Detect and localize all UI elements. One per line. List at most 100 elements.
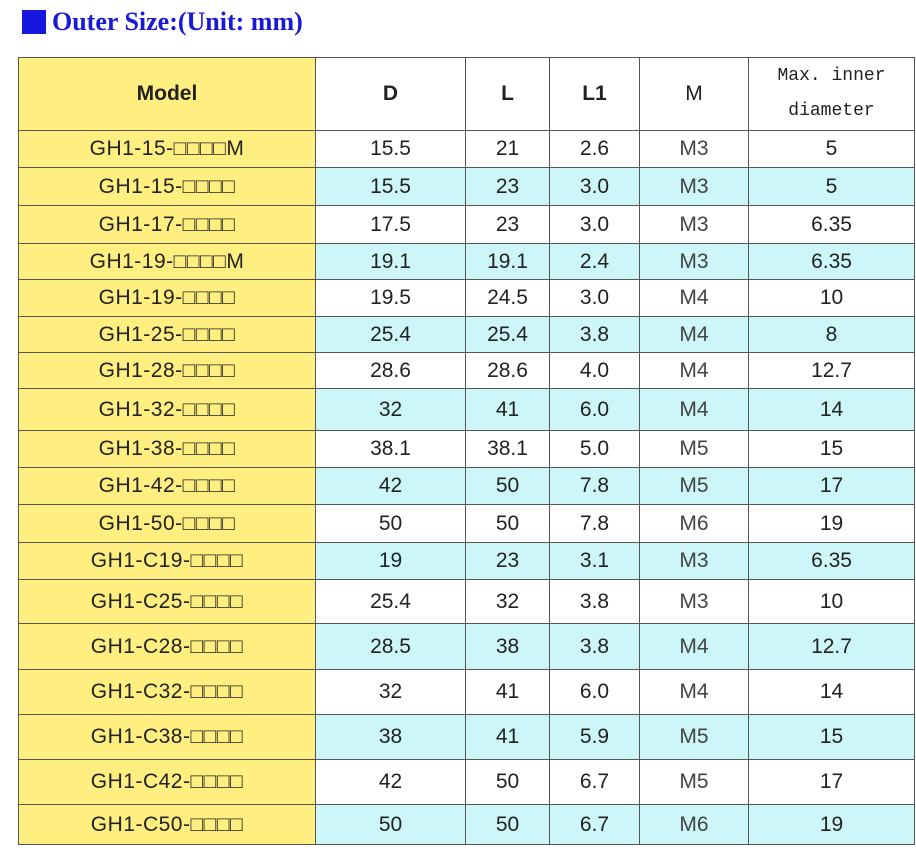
model-cell: GH1-19-□□□□: [18, 279, 316, 317]
l1-cell: 3.0: [549, 205, 640, 244]
table-row: GH1-38-□□□□ 38.1 38.1 5.0 M5 15: [18, 430, 915, 468]
l-cell: 50: [465, 759, 550, 805]
l-cell: 50: [465, 467, 550, 505]
l-cell: 23: [465, 542, 550, 580]
m-cell: M4: [639, 352, 749, 389]
model-cell: GH1-C25-□□□□: [18, 579, 316, 624]
l1-cell: 6.7: [549, 759, 640, 805]
l-cell: 24.5: [465, 279, 550, 317]
l1-cell: 6.7: [549, 804, 640, 845]
l1-cell: 3.1: [549, 542, 640, 580]
max-inner-line-2: diameter: [788, 101, 875, 121]
blue-square-icon: [22, 10, 46, 34]
l1-cell: 3.8: [549, 623, 640, 670]
d-cell: 15.5: [315, 130, 466, 168]
max-inner-cell: 15: [748, 714, 915, 760]
table-row: GH1-C32-□□□□ 32 41 6.0 M4 14: [18, 669, 915, 715]
table-row: GH1-25-□□□□ 25.4 25.4 3.8 M4 8: [18, 316, 915, 353]
l1-cell: 6.0: [549, 669, 640, 715]
column-header-d: D: [315, 57, 466, 131]
table-row: GH1-C19-□□□□ 19 23 3.1 M3 6.35: [18, 542, 915, 580]
d-cell: 50: [315, 804, 466, 845]
l-cell: 50: [465, 504, 550, 543]
max-inner-cell: 14: [748, 669, 915, 715]
model-cell: GH1-25-□□□□: [18, 316, 316, 353]
table-row: GH1-42-□□□□ 42 50 7.8 M5 17: [18, 467, 915, 505]
m-cell: M4: [639, 669, 749, 715]
l1-cell: 2.6: [549, 130, 640, 168]
model-cell: GH1-15-□□□□: [18, 167, 316, 206]
m-cell: M5: [639, 430, 749, 468]
m-cell: M3: [639, 579, 749, 624]
l1-cell: 4.0: [549, 352, 640, 389]
l-cell: 23: [465, 167, 550, 206]
max-inner-cell: 6.35: [748, 243, 915, 280]
model-cell: GH1-C38-□□□□: [18, 714, 316, 760]
l-cell: 28.6: [465, 352, 550, 389]
column-header-model: Model: [18, 57, 316, 131]
d-cell: 19: [315, 542, 466, 580]
l1-cell: 2.4: [549, 243, 640, 280]
max-inner-cell: 5: [748, 130, 915, 168]
model-cell: GH1-C19-□□□□: [18, 542, 316, 580]
m-cell: M6: [639, 804, 749, 845]
l-cell: 19.1: [465, 243, 550, 280]
table-row: GH1-C25-□□□□ 25.4 32 3.8 M3 10: [18, 579, 915, 624]
max-inner-cell: 17: [748, 759, 915, 805]
max-inner-cell: 12.7: [748, 352, 915, 389]
table-row: GH1-19-□□□□ 19.5 24.5 3.0 M4 10: [18, 279, 915, 317]
l1-cell: 5.0: [549, 430, 640, 468]
d-cell: 32: [315, 388, 466, 431]
d-cell: 17.5: [315, 205, 466, 244]
table-row: GH1-17-□□□□ 17.5 23 3.0 M3 6.35: [18, 205, 915, 244]
model-cell: GH1-50-□□□□: [18, 504, 316, 543]
model-cell: GH1-17-□□□□: [18, 205, 316, 244]
d-cell: 42: [315, 759, 466, 805]
d-cell: 19.1: [315, 243, 466, 280]
table-row: GH1-C38-□□□□ 38 41 5.9 M5 15: [18, 714, 915, 760]
m-cell: M4: [639, 388, 749, 431]
l-cell: 32: [465, 579, 550, 624]
d-cell: 28.5: [315, 623, 466, 670]
table-row: GH1-C28-□□□□ 28.5 38 3.8 M4 12.7: [18, 623, 915, 670]
model-cell: GH1-C42-□□□□: [18, 759, 316, 805]
m-cell: M4: [639, 623, 749, 670]
column-header-l: L: [465, 57, 550, 131]
d-cell: 25.4: [315, 579, 466, 624]
d-cell: 32: [315, 669, 466, 715]
l1-cell: 3.0: [549, 167, 640, 206]
m-cell: M5: [639, 759, 749, 805]
m-cell: M5: [639, 714, 749, 760]
model-cell: GH1-C28-□□□□: [18, 623, 316, 670]
l-cell: 21: [465, 130, 550, 168]
model-cell: GH1-19-□□□□M: [18, 243, 316, 280]
max-inner-cell: 12.7: [748, 623, 915, 670]
max-inner-cell: 5: [748, 167, 915, 206]
outer-size-table: Model D L L1 M Max. inner diameter GH1-1…: [18, 57, 915, 845]
l-cell: 41: [465, 388, 550, 431]
max-inner-cell: 10: [748, 279, 915, 317]
l1-cell: 5.9: [549, 714, 640, 760]
table-row: GH1-19-□□□□M 19.1 19.1 2.4 M3 6.35: [18, 243, 915, 280]
l-cell: 25.4: [465, 316, 550, 353]
d-cell: 28.6: [315, 352, 466, 389]
m-cell: M3: [639, 130, 749, 168]
model-cell: GH1-42-□□□□: [18, 467, 316, 505]
d-cell: 15.5: [315, 167, 466, 206]
max-inner-cell: 6.35: [748, 205, 915, 244]
max-inner-cell: 8: [748, 316, 915, 353]
l1-cell: 6.0: [549, 388, 640, 431]
column-header-m: M: [639, 57, 749, 131]
table-row: GH1-28-□□□□ 28.6 28.6 4.0 M4 12.7: [18, 352, 915, 389]
m-cell: M3: [639, 205, 749, 244]
max-inner-cell: 14: [748, 388, 915, 431]
l-cell: 50: [465, 804, 550, 845]
max-inner-cell: 6.35: [748, 542, 915, 580]
d-cell: 50: [315, 504, 466, 543]
d-cell: 38: [315, 714, 466, 760]
d-cell: 19.5: [315, 279, 466, 317]
m-cell: M5: [639, 467, 749, 505]
l1-cell: 7.8: [549, 467, 640, 505]
max-inner-cell: 19: [748, 504, 915, 543]
l-cell: 41: [465, 669, 550, 715]
